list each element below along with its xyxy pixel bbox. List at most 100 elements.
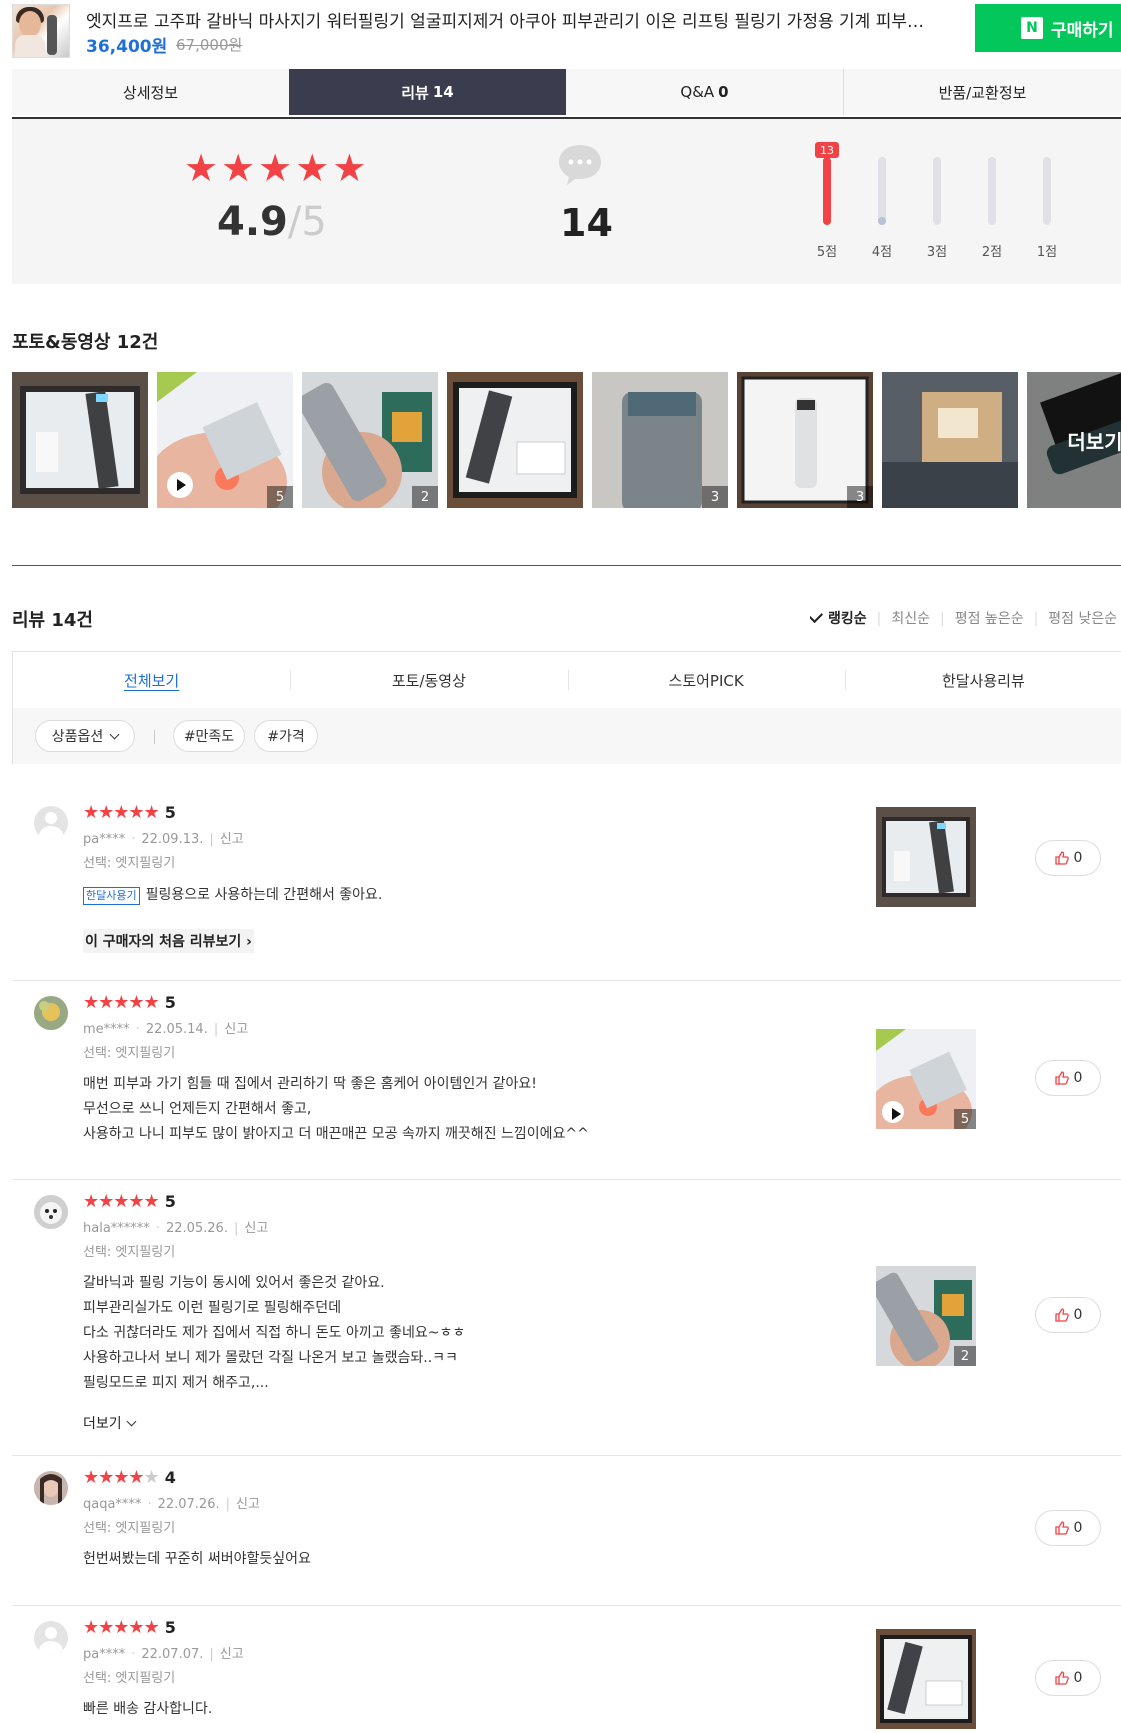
chevron-right-icon: › [241, 934, 252, 950]
report-link[interactable]: 신고 [220, 1647, 244, 1662]
review-photo[interactable] [876, 1629, 976, 1729]
review-photo[interactable]: 3 [737, 372, 873, 508]
play-icon[interactable] [167, 472, 193, 498]
tab-qna[interactable]: Q&A 0 [566, 69, 843, 115]
tab-count: 0 [718, 83, 729, 101]
filter-tab-all[interactable]: 전체보기 [13, 652, 290, 708]
tab-label: Q&A [680, 83, 715, 101]
photo-count: 5 [267, 486, 293, 508]
review-list-title: 리뷰 14건 [12, 610, 93, 631]
product-thumbnail[interactable] [12, 4, 70, 58]
review-photo[interactable]: 5 [876, 1029, 976, 1129]
review-photo[interactable]: 2 [876, 1266, 976, 1366]
review-rating: ★★★★★ 5 [83, 992, 176, 1013]
rating-max: /5 [287, 199, 327, 245]
review-option: 선택: 엣지필링기 [83, 856, 176, 871]
report-link[interactable]: 신고 [224, 1022, 248, 1037]
photo-section-title: 포토&동영상 12건 [12, 332, 159, 353]
review-user: hala****** [83, 1221, 150, 1236]
review-line: 피부관리실가도 이런 필링기로 필링해주던데 [83, 1300, 342, 1316]
review-line: 사용하고 나니 피부도 많이 밝아지고 더 매끈매끈 모공 속까지 깨끗해진 느… [83, 1126, 589, 1142]
review-user: me**** [83, 1022, 130, 1037]
like-button[interactable]: 0 [1035, 1660, 1101, 1696]
speech-bubble-icon [559, 145, 601, 185]
first-review-link[interactable]: 이 구매자의 처음 리뷰보기 › [83, 929, 254, 953]
review-text: 헌번써봤는데 꾸준히 써버야할듯싶어요 [83, 1547, 311, 1572]
tab-label: 상세정보 [122, 83, 179, 102]
review-line: 사용하고나서 보니 제가 몰랐던 각질 나온거 보고 놀랬슴돠..ㅋㅋ [83, 1350, 458, 1366]
review-line: 무선으로 쓰니 언제든지 간편해서 좋고, [83, 1101, 312, 1117]
thumbs-up-icon [1054, 1308, 1069, 1322]
like-button[interactable]: 0 [1035, 1297, 1101, 1333]
thumbs-up-icon [1054, 1521, 1069, 1535]
read-more-link[interactable]: 더보기 [83, 1413, 137, 1433]
review-text: 빠른 배송 감사합니다. [83, 1697, 212, 1722]
play-icon[interactable] [882, 1101, 904, 1123]
review-line: 빠른 배송 감사합니다. [83, 1701, 213, 1717]
report-link[interactable]: 신고 [244, 1221, 268, 1236]
avatar [34, 1195, 68, 1229]
review-user: qaqa**** [83, 1497, 142, 1512]
like-button[interactable]: 0 [1035, 840, 1101, 876]
product-price: 36,400원 [86, 37, 168, 57]
product-original-price: 67,000원 [176, 36, 243, 54]
rating-bar-label: 5점 [816, 245, 838, 260]
review-meta: pa**** · 22.07.07. | 신고 [83, 1647, 244, 1662]
report-link[interactable]: 신고 [220, 832, 244, 847]
avatar [34, 806, 68, 840]
tab-details[interactable]: 상세정보 [12, 69, 289, 115]
review-date: 22.05.26. [165, 1221, 228, 1236]
hashtag-price[interactable]: #가격 [254, 720, 318, 752]
review-photo[interactable] [882, 372, 1018, 508]
product-option-dropdown[interactable]: 상품옵션 [35, 720, 135, 752]
review-date: 22.09.13. [141, 832, 204, 847]
review-photo[interactable] [12, 372, 148, 508]
star-icon: ★ [295, 146, 330, 190]
rating-bar-track [1043, 157, 1051, 225]
sort-rating-high[interactable]: 평점 높은순 [955, 611, 1024, 627]
sort-rating-low[interactable]: 평점 낮은순 [1048, 611, 1117, 627]
like-button[interactable]: 0 [1035, 1060, 1101, 1096]
report-link[interactable]: 신고 [236, 1497, 260, 1512]
link-label: 이 구매자의 처음 리뷰보기 [85, 934, 242, 950]
more-photos-button[interactable]: 더보기 [1027, 372, 1121, 508]
rating-bar-label: 4점 [871, 245, 893, 260]
tab-label: 반품/교환정보 [938, 83, 1027, 102]
filter-tab-store-pick[interactable]: 스토어PICK [567, 652, 845, 708]
more-photos-label: 더보기 [1027, 372, 1121, 508]
rating-bar-3점: 3점 [922, 137, 952, 267]
review-user: pa**** [83, 1647, 126, 1662]
chevron-down-icon [126, 1416, 137, 1427]
photo-count: 2 [412, 486, 438, 508]
filter-tab-month-use[interactable]: 한달사용리뷰 [844, 652, 1121, 708]
avatar [34, 996, 68, 1030]
sort-ranking[interactable]: 랭킹순 [810, 608, 867, 627]
review-photo[interactable]: 5 [157, 372, 293, 508]
rating-bar-fill [823, 157, 831, 225]
review-item: ★★★★★ 5 hala****** · 22.05.26. | 신고 선택: 엣지필링기… [12, 1179, 1121, 1456]
review-line: 필링용으로 사용하는데 간편해서 좋아요. [145, 887, 383, 903]
rating-bar-label: 2점 [981, 245, 1003, 260]
review-text: 한달사용기 필링용으로 사용하는데 간편해서 좋아요. [83, 883, 382, 908]
sort-latest[interactable]: 최신순 [891, 611, 930, 627]
filter-tab-photo-video[interactable]: 포토/동영상 [290, 652, 567, 708]
review-photo[interactable] [447, 372, 583, 508]
tab-reviews[interactable]: 리뷰 14 [289, 69, 566, 115]
chip-divider [154, 730, 155, 744]
read-more-label: 더보기 [83, 1416, 122, 1432]
review-photo[interactable]: 2 [302, 372, 438, 508]
avatar [34, 1471, 68, 1505]
buy-button[interactable]: 구매하기 [975, 4, 1121, 52]
like-count: 0 [1073, 1070, 1083, 1086]
hashtag-satisfaction[interactable]: #만족도 [173, 720, 245, 752]
like-count: 0 [1073, 1670, 1083, 1686]
product-title[interactable]: 엣지프로 고주파 갈바닉 마사지기 워터필링기 얼굴피지제거 아쿠아 피부관리기… [86, 7, 926, 32]
review-photo[interactable]: 3 [592, 372, 728, 508]
like-button[interactable]: 0 [1035, 1510, 1101, 1546]
review-user: pa**** [83, 832, 126, 847]
review-date: 22.07.07. [141, 1647, 204, 1662]
review-photo[interactable] [876, 807, 976, 907]
tab-return-exchange[interactable]: 반품/교환정보 [843, 69, 1121, 115]
review-line: 갈바닉과 필링 기능이 동시에 있어서 좋은것 같아요. [83, 1275, 385, 1291]
photo-count: 2 [954, 1346, 976, 1366]
